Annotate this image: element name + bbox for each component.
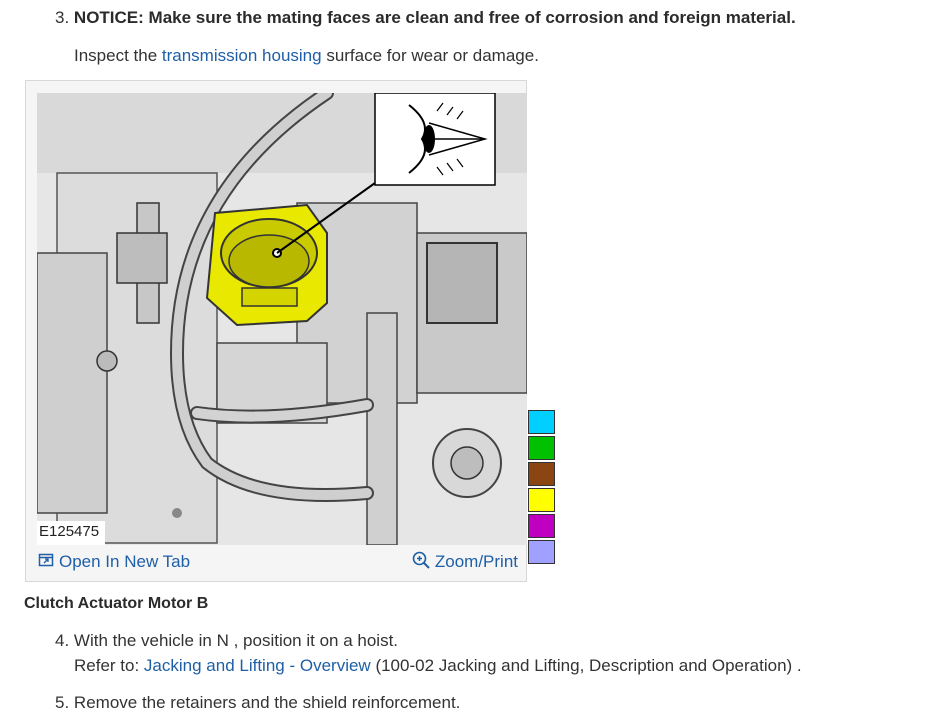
step-3-instruction: Inspect the transmission housing surface… (74, 46, 539, 66)
color-legend-swatches (528, 410, 556, 566)
section-title: Clutch Actuator Motor B (24, 595, 209, 612)
open-in-new-tab-button[interactable]: Open In New Tab (38, 552, 190, 573)
color-swatch (528, 462, 555, 486)
color-swatch (528, 410, 555, 434)
notice-text: NOTICE: Make sure the mating faces are c… (73, 8, 796, 27)
figure-toolbar: Open In New Tab Zoom/Print (26, 543, 526, 581)
color-swatch (528, 540, 555, 564)
zoom-icon (412, 551, 430, 574)
transmission-housing-link[interactable]: transmission housing (162, 46, 322, 65)
step-4-text: With the vehicle in N , position it on a… (73, 631, 399, 650)
step-number: 4. (55, 631, 70, 650)
step-4-reference: Refer to: Jacking and Lifting - Overview… (74, 656, 802, 676)
step-3-notice: 3. NOTICE: Make sure the mating faces ar… (55, 8, 796, 28)
inspect-text-before: Inspect the (74, 46, 162, 65)
link-separator: - (284, 656, 300, 675)
engine-bay-drawing (37, 93, 527, 545)
refer-prefix: Refer to: (74, 656, 144, 675)
open-in-new-tab-label: Open In New Tab (59, 552, 191, 571)
figure-panel: E125475 Open In New Tab Zoom/Print (25, 80, 527, 582)
color-swatch (528, 436, 555, 460)
jacking-and-lifting-link[interactable]: Jacking and Lifting (144, 656, 285, 675)
step-number: 3. (55, 8, 70, 27)
inspect-text-after: surface for wear or damage. (321, 46, 539, 65)
step-5-text: Remove the retainers and the shield rein… (73, 693, 461, 712)
step-number: 5. (55, 693, 70, 712)
new-tab-icon (38, 552, 54, 573)
zoom-print-button[interactable]: Zoom/Print (412, 551, 518, 574)
color-swatch (528, 514, 555, 538)
step-4-instruction: 4. With the vehicle in N , position it o… (55, 631, 398, 651)
image-id-label: E125475 (39, 523, 100, 540)
refer-suffix: (100-02 Jacking and Lifting, Description… (370, 656, 802, 675)
overview-link[interactable]: Overview (300, 656, 371, 675)
step-5-instruction: 5. Remove the retainers and the shield r… (55, 693, 460, 713)
component-illustration: E125475 (37, 93, 527, 545)
color-swatch (528, 488, 555, 512)
zoom-print-label: Zoom/Print (434, 552, 518, 571)
